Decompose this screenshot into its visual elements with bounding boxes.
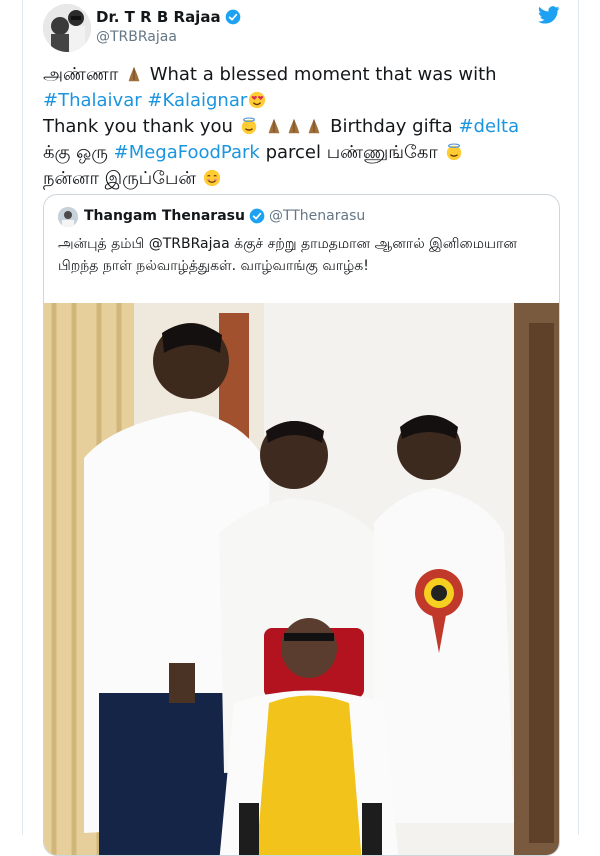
profile-avatar[interactable] — [43, 4, 91, 52]
hashtag-megafoodpark[interactable]: #MegaFoodPark — [114, 142, 260, 163]
user-handle[interactable]: @TRBRajaa — [96, 29, 177, 45]
tweet-text: அண்ணா What a blessed moment that was wit… — [43, 62, 563, 192]
smiling-halo-icon — [446, 143, 461, 161]
hashtag-delta[interactable]: #delta — [458, 116, 519, 137]
folded-hands-icon — [308, 118, 320, 134]
text-parcel: parcel பண்ணுங்கோ — [265, 142, 438, 163]
verified-badge-icon — [225, 9, 240, 25]
text-blessed-moment: What a blessed moment that was with — [149, 64, 497, 85]
quoted-avatar[interactable] — [58, 207, 78, 227]
folded-hands-icon — [268, 118, 280, 134]
smiling-halo-icon — [241, 117, 256, 135]
verified-badge-icon — [249, 208, 265, 224]
text-birthday-gift: Birthday gifta — [330, 116, 453, 137]
heart-eyes-icon — [249, 91, 266, 109]
quoted-text: அன்புத் தம்பி @TRBRajaa க்குச் சற்று தாம… — [58, 236, 517, 274]
quoted-photo[interactable] — [44, 303, 559, 856]
smiling-face-icon — [203, 169, 220, 187]
tweet-card[interactable]: Dr. T R B Rajaa @TRBRajaa அண்ணா What a b… — [22, 0, 579, 856]
text-thank-you: Thank you thank you — [43, 116, 233, 137]
display-name[interactable]: Dr. T R B Rajaa — [96, 8, 221, 26]
text-kku-oru: க்கு ஒரு — [43, 142, 108, 163]
twitter-bird-icon[interactable] — [538, 6, 560, 24]
quoted-tweet[interactable]: Thangam Thenarasu @TThenarasu அன்புத் தம… — [43, 194, 560, 856]
hashtag-thalaivar[interactable]: #Thalaivar — [43, 90, 142, 111]
text-anna: அண்ணா — [43, 64, 119, 85]
text-nanna: நன்னா இருப்பேன் — [43, 168, 196, 189]
folded-hands-icon — [288, 118, 300, 134]
quoted-handle[interactable]: @TThenarasu — [269, 208, 365, 224]
folded-hands-icon — [128, 66, 140, 82]
quoted-display-name[interactable]: Thangam Thenarasu — [84, 208, 245, 224]
hashtag-kalaignar[interactable]: #Kalaignar — [147, 90, 247, 111]
